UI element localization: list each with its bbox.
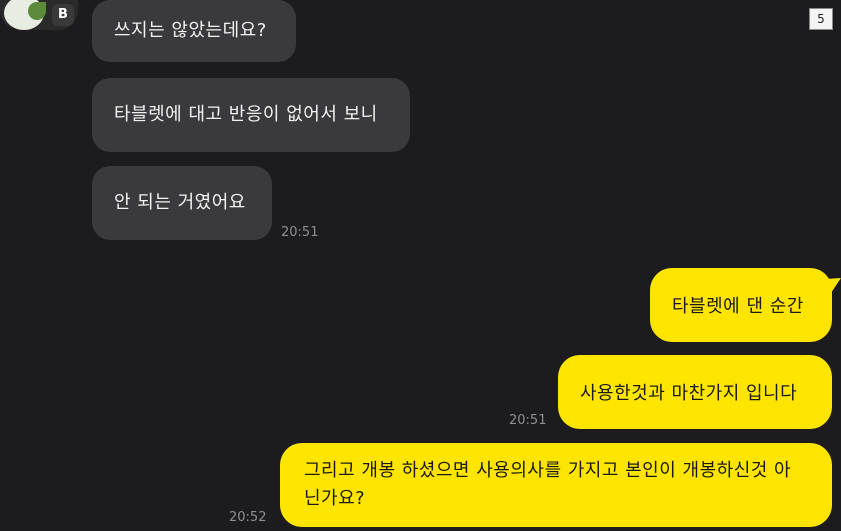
message-text: 안 되는 거였어요 <box>114 192 246 213</box>
avatar-badge-icon: B <box>52 4 74 26</box>
sent-message: 타블렛에 댄 순간 <box>650 268 832 342</box>
sent-message: 그리고 개봉 하셨으면 사용의사를 가지고 본인이 개봉하신것 아닌가요? <box>280 443 832 527</box>
page-number-badge: 5 <box>809 8 833 30</box>
message-text: 쓰지는 않았는데요? <box>114 20 267 41</box>
leaf-icon <box>28 2 46 20</box>
received-message: 타블렛에 대고 반응이 없어서 보니 <box>92 78 410 152</box>
message-text: 타블렛에 대고 반응이 없어서 보니 <box>114 104 378 125</box>
message-text: 타블렛에 댄 순간 <box>672 296 804 317</box>
avatar[interactable]: B <box>0 0 78 30</box>
chat-window: B 5 쓰지는 않았는데요? 타블렛에 대고 반응이 없어서 보니 안 되는 거… <box>0 0 841 531</box>
message-text: 그리고 개봉 하셨으면 사용의사를 가지고 본인이 개봉하신것 아닌가요? <box>304 460 792 509</box>
received-message: 쓰지는 않았는데요? <box>92 0 296 62</box>
message-timestamp: 20:51 <box>281 225 319 240</box>
message-text: 사용한것과 마찬가지 입니다 <box>580 383 798 404</box>
message-timestamp: 20:51 <box>509 413 547 428</box>
received-message: 안 되는 거였어요 <box>92 166 272 240</box>
message-timestamp: 20:52 <box>229 510 267 525</box>
sent-message: 사용한것과 마찬가지 입니다 <box>558 355 832 429</box>
